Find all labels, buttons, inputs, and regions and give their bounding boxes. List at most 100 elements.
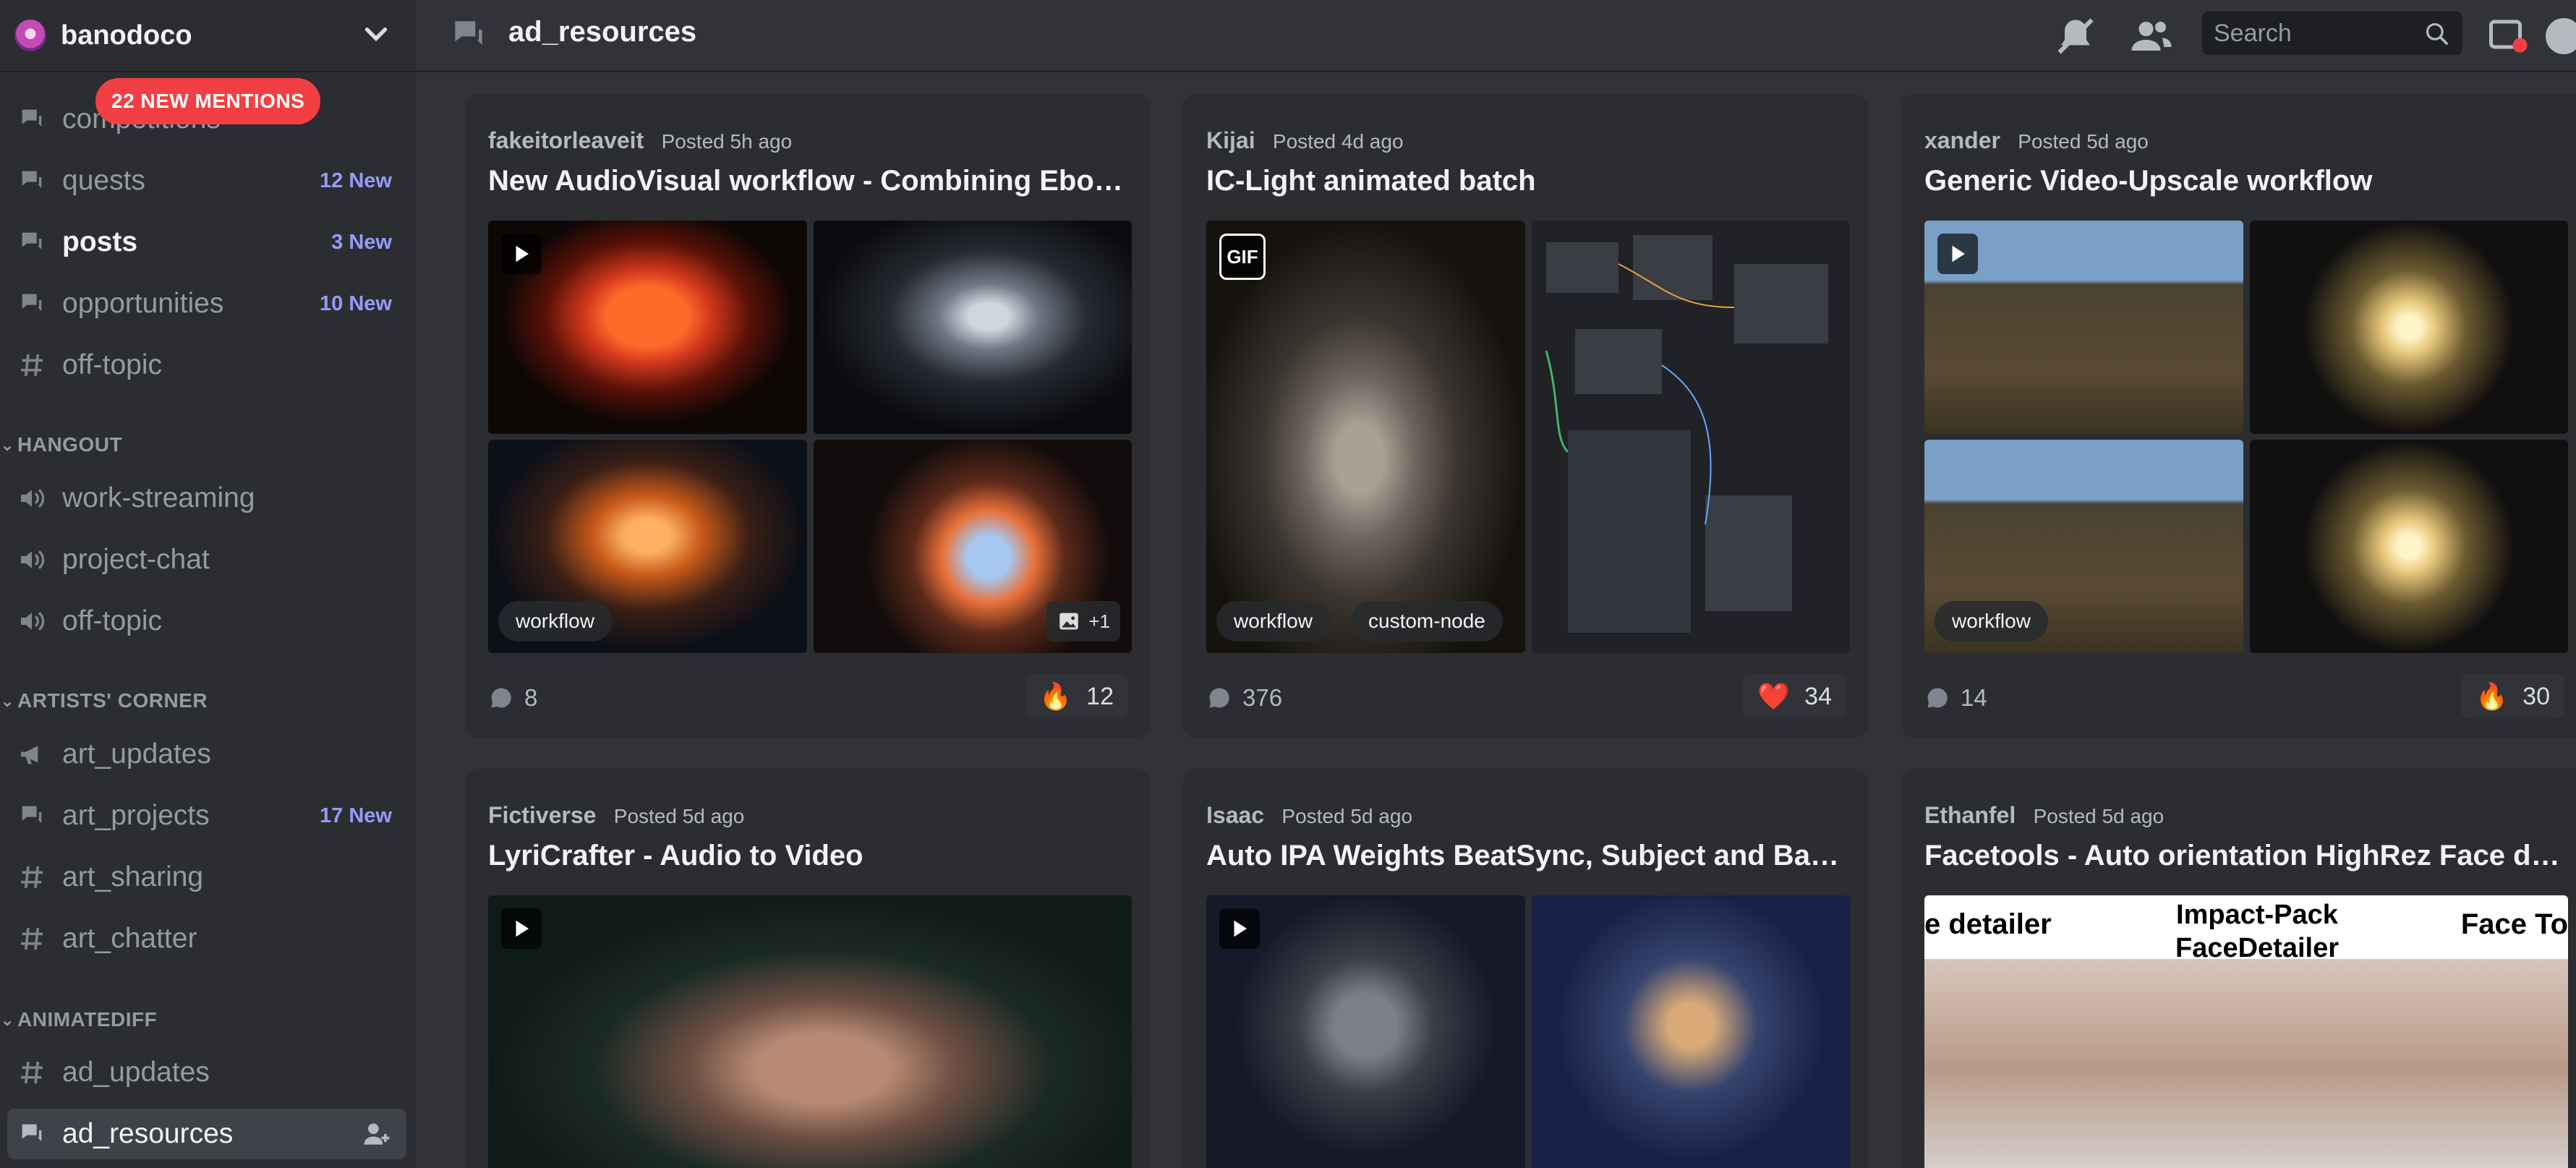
- post-meta: Ethanfel Posted 5d ago: [1924, 802, 2164, 829]
- post-title: Auto IPA Weights BeatSync, Subject and B…: [1206, 840, 1850, 871]
- forum-icon: [16, 226, 48, 258]
- help-icon[interactable]: [2542, 14, 2576, 58]
- media-thumbnail[interactable]: [1206, 895, 1525, 1168]
- reaction-button[interactable]: 🔥 30: [2461, 674, 2564, 719]
- reaction-button[interactable]: 🔥 12: [1025, 674, 1128, 719]
- category-label: ARTISTS' CORNER: [17, 689, 208, 712]
- media-thumbnail[interactable]: [1532, 895, 1850, 1168]
- channel-name: opportunities: [62, 288, 224, 319]
- hashtag-icon: [16, 349, 48, 381]
- node-graph-image: [1545, 235, 1828, 633]
- forum-icon: [16, 1118, 48, 1150]
- category-hangout[interactable]: ⌄ HANGOUT: [0, 427, 122, 463]
- post-meta: xander Posted 5d ago: [1924, 127, 2149, 154]
- post-author: xander: [1924, 127, 2000, 153]
- forum-post-card[interactable]: Isaac Posted 5d ago Auto IPA Weights Bea…: [1183, 769, 1868, 1168]
- media-thumbnail[interactable]: [2250, 221, 2568, 434]
- forum-post-card[interactable]: Fictiverse Posted 5d ago LyriCrafter - A…: [465, 769, 1150, 1168]
- notification-muted-icon[interactable]: [2054, 14, 2097, 58]
- forum-post-card[interactable]: Kijai Posted 4d ago IC-Light animated ba…: [1183, 94, 1868, 738]
- new-mentions-pill[interactable]: 22 NEW MENTIONS: [95, 78, 321, 124]
- post-meta: Isaac Posted 5d ago: [1206, 802, 1412, 829]
- media-thumbnail[interactable]: [1532, 221, 1850, 653]
- comment-icon: [491, 688, 511, 708]
- search-input[interactable]: Search: [2202, 12, 2462, 55]
- channel-name: work-streaming: [62, 482, 255, 513]
- channel-posts[interactable]: posts 3 New: [0, 217, 406, 268]
- channel-art-updates[interactable]: art_updates: [0, 729, 406, 780]
- post-meta: Fictiverse Posted 5d ago: [488, 802, 744, 829]
- media-thumbnail[interactable]: workflow: [488, 440, 807, 653]
- post-title: Generic Video-Upscale workflow: [1924, 165, 2373, 197]
- channel-opportunities[interactable]: opportunities 10 New: [0, 278, 406, 329]
- channel-off-topic[interactable]: off-topic: [0, 340, 406, 391]
- channel-ad-updates[interactable]: ad_updates: [0, 1047, 406, 1098]
- post-author: Fictiverse: [488, 802, 597, 828]
- post-tag: workflow: [1935, 601, 2048, 641]
- reaction-count: 34: [1804, 682, 1832, 710]
- image-caption-left: e detailer: [1924, 908, 2052, 940]
- forum-post-card[interactable]: Ethanfel Posted 5d ago Facetools - Auto …: [1901, 769, 2576, 1168]
- chevron-down-icon: ⌄: [0, 435, 15, 455]
- new-posts-badge: 3 New: [331, 230, 392, 254]
- comment-icon: [1927, 688, 1948, 708]
- voice-channel-off-topic[interactable]: off-topic: [0, 596, 406, 647]
- comment-count: 8: [488, 684, 537, 712]
- post-time: Posted 5d ago: [2018, 130, 2149, 153]
- chevron-down-icon[interactable]: [358, 16, 394, 52]
- category-label: HANGOUT: [17, 433, 123, 456]
- media-thumbnail[interactable]: [2250, 440, 2568, 653]
- server-header[interactable]: banodoco: [0, 0, 416, 72]
- category-artists-corner[interactable]: ⌄ ARTISTS' CORNER: [0, 683, 208, 719]
- channel-quests[interactable]: quests 12 New: [0, 155, 406, 206]
- speaker-icon: [16, 544, 48, 576]
- channel-name: off-topic: [62, 605, 163, 636]
- heart-emoji-icon: ❤️: [1757, 681, 1791, 711]
- voice-channel-work-streaming[interactable]: work-streaming: [0, 473, 406, 524]
- media-thumbnail[interactable]: [488, 895, 1132, 1168]
- media-thumbnail[interactable]: [814, 221, 1132, 434]
- reaction-button[interactable]: ❤️ 34: [1743, 674, 1846, 719]
- forum-post-card[interactable]: fakeitorleaveit Posted 5h ago New AudioV…: [465, 94, 1150, 738]
- channel-name: ad_resources: [62, 1118, 234, 1149]
- post-time: Posted 5h ago: [661, 130, 793, 153]
- channel-art-chatter[interactable]: art_chatter: [0, 913, 406, 964]
- voice-channel-project-chat[interactable]: project-chat: [0, 534, 406, 585]
- new-posts-badge: 10 New: [320, 291, 392, 315]
- post-title: New AudioVisual workflow - Combining Ebo…: [488, 165, 1132, 197]
- channel-name: off-topic: [62, 349, 163, 380]
- reaction-count: 30: [2522, 682, 2550, 710]
- post-author: Ethanfel: [1924, 802, 2016, 828]
- post-tag: custom-node: [1351, 601, 1503, 641]
- post-time: Posted 5d ago: [1281, 805, 1413, 827]
- category-animatediff[interactable]: ⌄ ANIMATEDIFF: [0, 1002, 157, 1038]
- megaphone-icon: [16, 738, 48, 770]
- post-title: LyriCrafter - Audio to Video: [488, 840, 863, 871]
- channel-name: posts: [62, 226, 138, 257]
- channel-ad-resources[interactable]: ad_resources: [7, 1109, 406, 1159]
- reaction-count: 12: [1086, 682, 1114, 710]
- media-thumbnail[interactable]: e detailer Impact-Pack FaceDetailer Face…: [1924, 895, 2568, 1168]
- channel-art-projects[interactable]: art_projects 17 New: [0, 790, 406, 841]
- forum-post-card[interactable]: xander Posted 5d ago Generic Video-Upsca…: [1901, 94, 2576, 738]
- post-tag: workflow: [1216, 601, 1330, 641]
- add-member-icon[interactable]: [360, 1118, 392, 1150]
- new-posts-badge: 17 New: [320, 803, 392, 827]
- media-thumbnail[interactable]: [488, 221, 807, 434]
- media-thumbnail[interactable]: GIF workflow custom-node: [1206, 221, 1525, 653]
- inbox-icon[interactable]: [2486, 14, 2529, 58]
- search-placeholder: Search: [2214, 19, 2292, 47]
- hashtag-icon: [16, 1057, 48, 1088]
- member-list-icon[interactable]: [2130, 14, 2173, 58]
- play-icon: [1219, 908, 1260, 949]
- channel-name: project-chat: [62, 544, 210, 575]
- comment-count-value: 14: [1961, 684, 1987, 711]
- speaker-icon: [16, 482, 48, 514]
- media-thumbnail[interactable]: [1924, 221, 2243, 434]
- channel-art-sharing[interactable]: art_sharing: [0, 852, 406, 903]
- channel-sidebar: banodoco 22 NEW MENTIONS competitions qu…: [0, 0, 416, 1168]
- media-thumbnail[interactable]: workflow: [1924, 440, 2243, 653]
- post-meta: Kijai Posted 4d ago: [1206, 127, 1404, 154]
- channel-header: ad_resources Search: [416, 0, 2576, 72]
- media-thumbnail[interactable]: +1: [814, 440, 1132, 653]
